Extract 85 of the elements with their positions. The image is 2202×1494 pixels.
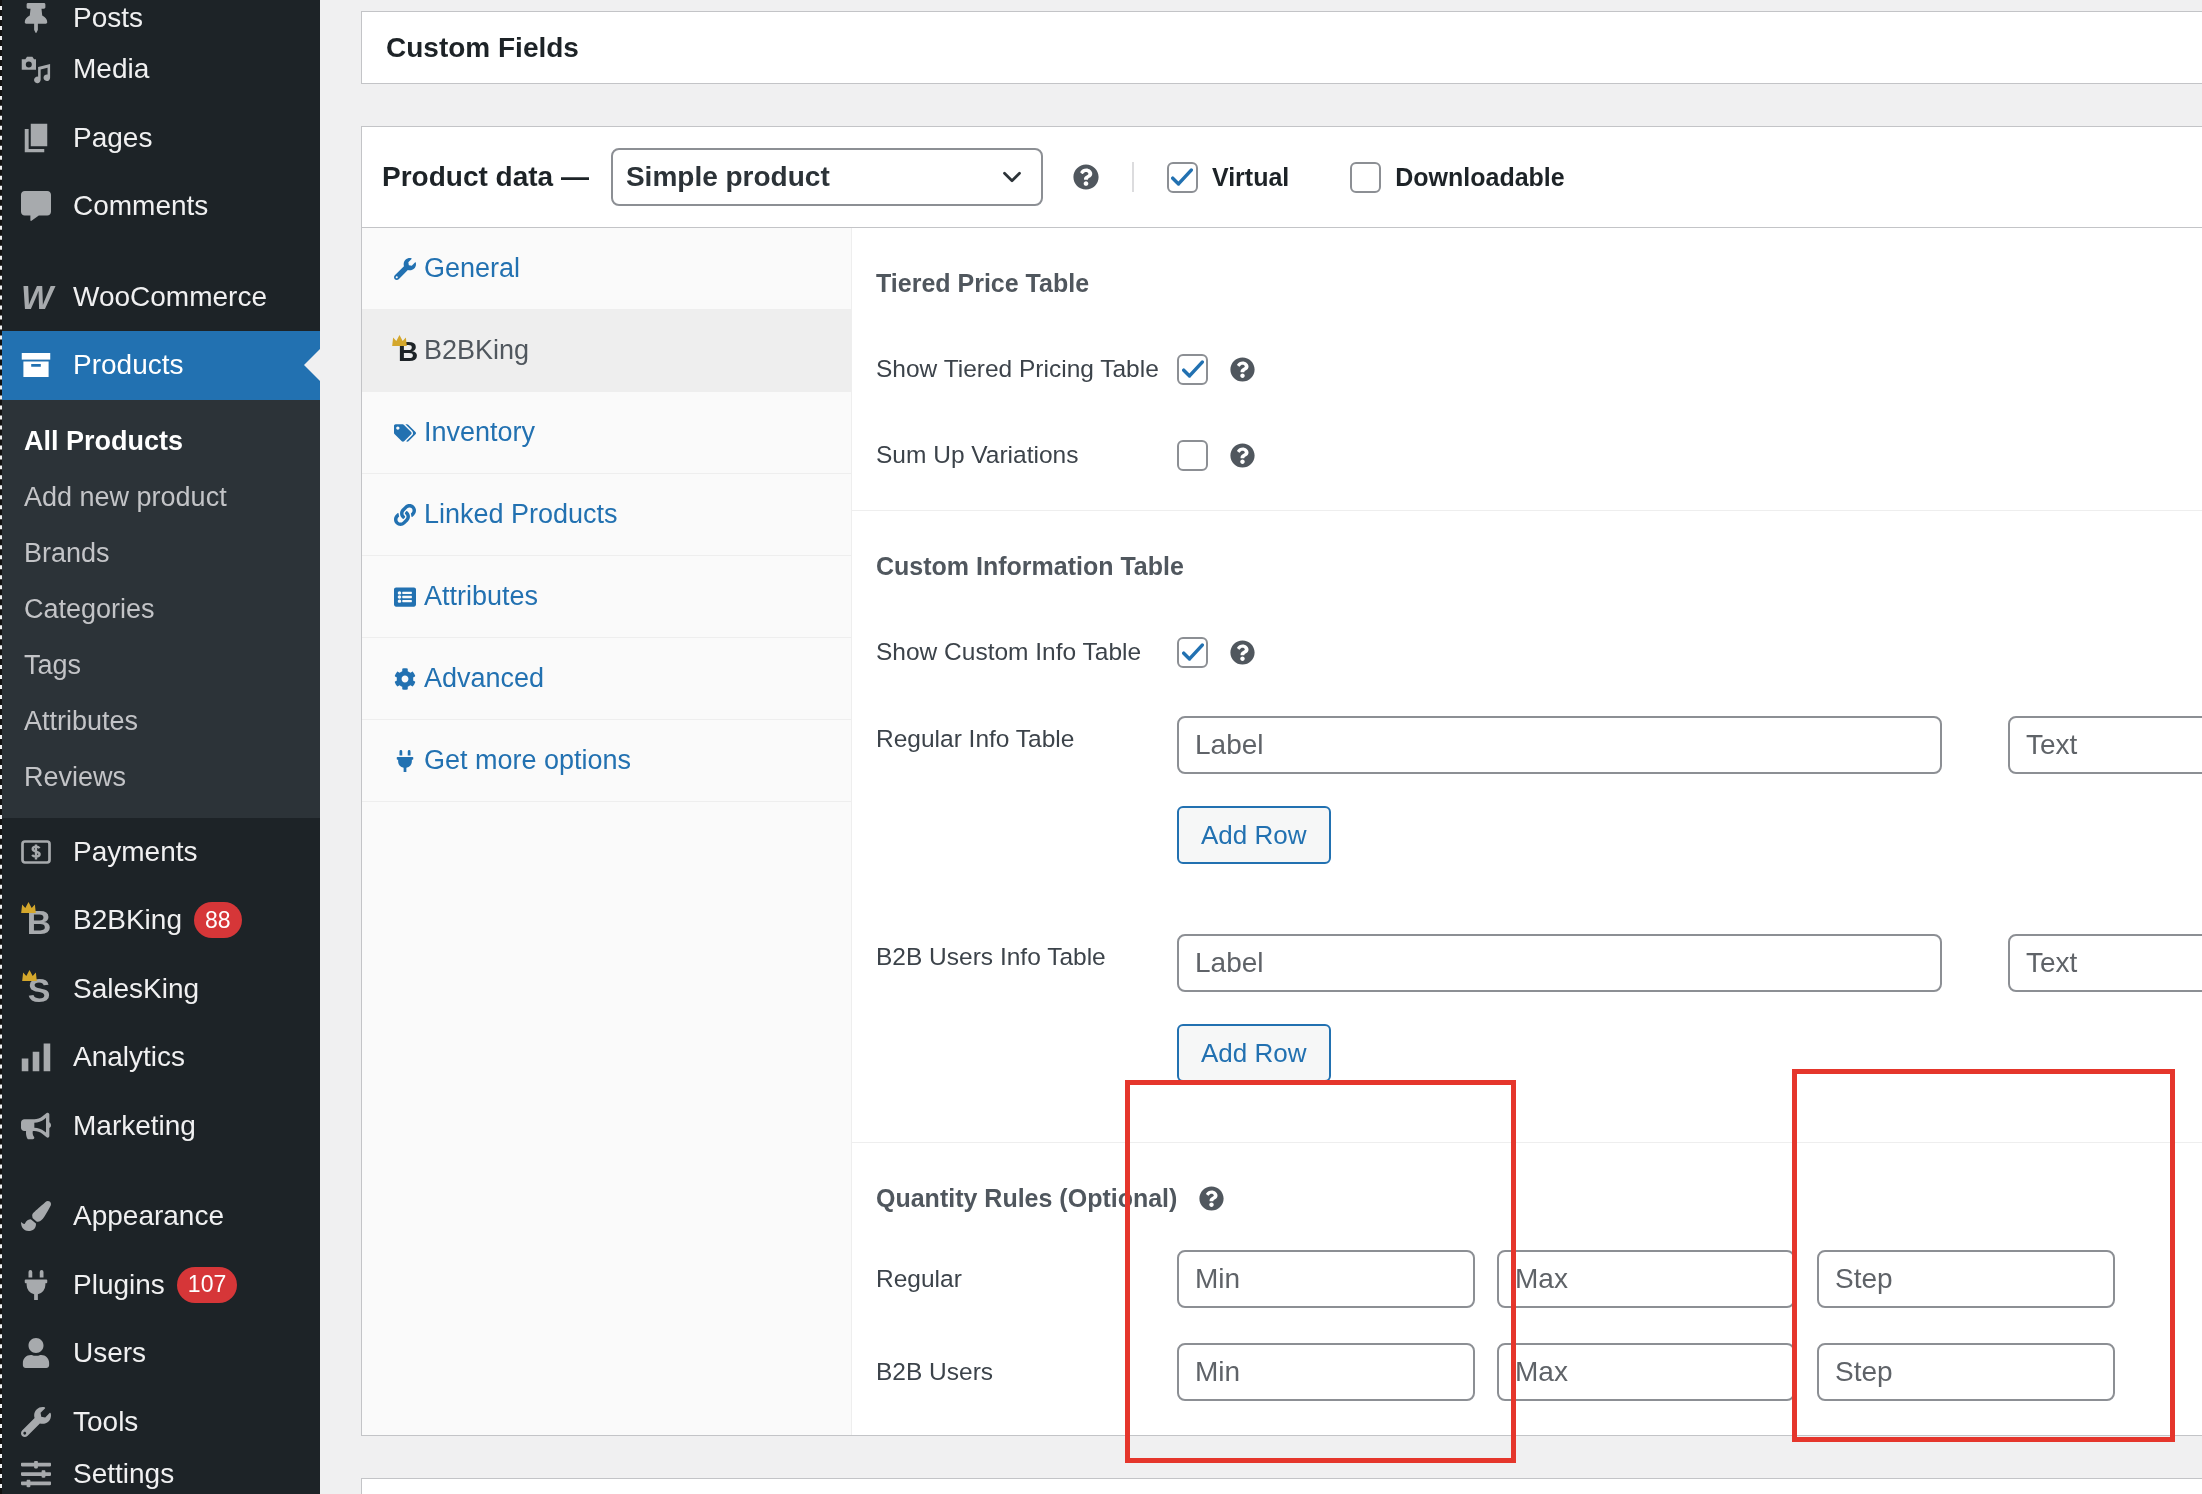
submenu-item[interactable]: Attributes [2,692,320,749]
tab[interactable]: Linked Products [362,474,851,556]
field-label: Show Tiered Pricing Table [876,354,1160,384]
tab[interactable]: Advanced [362,638,851,720]
product-type-select[interactable]: Simple product [610,148,1043,206]
submenu-item[interactable]: Brands [2,524,320,581]
help-icon[interactable] [1230,639,1255,665]
input-field[interactable]: Label [1177,716,1942,774]
checkbox[interactable] [1177,353,1208,385]
menu-item[interactable]: B B2BKing [2,886,182,955]
user-icon [21,1338,51,1369]
menu-item[interactable]: Marketing [2,1091,320,1160]
checkbox[interactable] [1177,439,1208,471]
option-label: Virtual [1211,162,1290,192]
box-title: Product data — [382,161,589,193]
checkmark-icon [1181,360,1204,378]
input-field[interactable]: Step [1817,1343,2115,1401]
input-field[interactable]: Text [2008,934,2202,992]
menu-item[interactable]: Plugins [2,1250,165,1319]
input-field[interactable]: Min [1177,1343,1475,1401]
help-icon[interactable] [1230,442,1255,468]
gear-icon [394,667,416,690]
tab[interactable]: Inventory [362,392,851,474]
menu-item[interactable]: Comments [2,172,320,241]
count-badge: 88 [193,902,242,939]
menu-item[interactable]: Settings [2,1456,320,1492]
letter-logo-icon: W [20,279,52,314]
menu-item[interactable]: Pages [2,103,320,172]
help-icon[interactable] [1230,356,1255,382]
input-field[interactable]: Min [1177,1250,1475,1308]
checkbox[interactable] [1350,161,1382,193]
checkmark-icon [1171,168,1194,186]
submenu-item[interactable]: Categories [2,580,320,637]
box-title: Custom Fields [386,31,579,64]
link-icon [394,503,416,526]
count-badge: 107 [176,1266,238,1303]
option-label: Downloadable [1395,162,1565,192]
camera-note-icon [21,54,51,85]
checkbox[interactable] [1177,636,1208,668]
field-label: Show Custom Info Table [876,637,1143,667]
menu-item[interactable]: Payments [2,817,320,886]
input-field[interactable]: Step [1817,1250,2115,1308]
section-heading: Custom Information Table [876,551,1184,581]
add-row-button[interactable]: Add Row [1177,806,1331,864]
menu-item[interactable]: S SalesKing [2,954,320,1023]
paintbrush-icon [21,1201,51,1232]
field-label: Sum Up Variations [876,440,1080,470]
input-field[interactable]: Max [1497,1343,1795,1401]
megaphone-icon [21,1110,51,1141]
input-field[interactable]: Max [1497,1250,1795,1308]
selection-arrow-icon [304,349,320,381]
menu-item[interactable]: Media [2,35,320,104]
field-label: B2B Users Info Table [876,942,1107,972]
plug-icon [394,749,416,772]
menu-item[interactable]: Tools [2,1387,320,1456]
menu-item[interactable]: Users [2,1319,320,1388]
section-heading: Tiered Price Table [876,268,1090,298]
checkbox[interactable] [1166,161,1198,193]
menu-item[interactable]: Posts [2,0,320,35]
input-field[interactable]: Label [1177,934,1942,992]
submenu-item[interactable]: Add new product [2,468,320,525]
submenu-item[interactable]: Tags [2,636,320,693]
menu-item[interactable]: Appearance [2,1182,320,1251]
tab[interactable]: Get more options [362,720,851,802]
checkmark-icon [1181,643,1204,661]
input-field[interactable]: Text [2008,716,2202,774]
tab[interactable]: Attributes [362,556,851,638]
wrench-icon [394,257,416,280]
sliders-icon [21,1459,51,1489]
menu-item[interactable]: Analytics [2,1023,320,1092]
list-card-icon [394,585,416,608]
submenu-item[interactable]: All Products [2,412,320,469]
add-row-button[interactable]: Add Row [1177,1024,1331,1082]
help-icon[interactable] [1072,164,1099,190]
menu-item[interactable]: Products [2,331,320,400]
menu-item[interactable]: W WooCommerce [2,262,320,331]
tags-icon [394,421,416,444]
field-label: B2B Users [876,1357,995,1387]
bar-chart-icon [21,1042,51,1073]
field-label: Regular Info Table [876,724,1076,754]
speech-bubble-icon [21,191,51,222]
submenu-item[interactable]: Reviews [2,748,320,805]
help-icon[interactable] [1199,1185,1225,1211]
wrench-icon [21,1406,51,1437]
field-label: Regular [876,1264,963,1294]
